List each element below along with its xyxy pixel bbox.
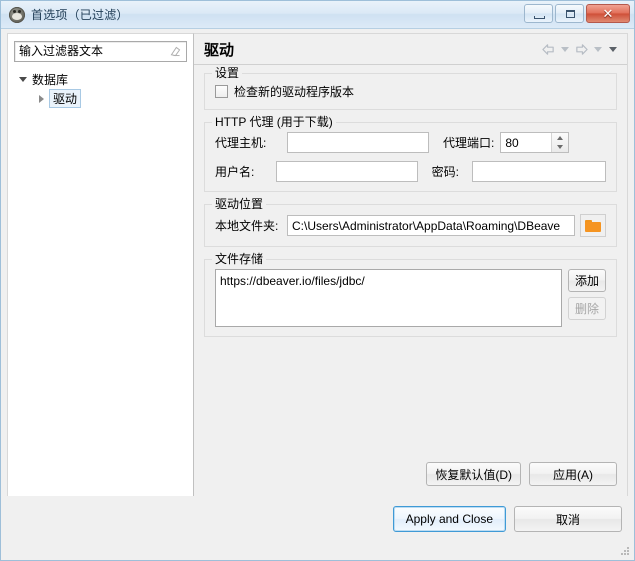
check-new-driver-label: 检查新的驱动程序版本 [234, 85, 355, 99]
forward-arrow-icon[interactable] [574, 43, 589, 56]
tree-item-database[interactable]: 数据库 [16, 70, 193, 89]
back-history-chevron-down-icon[interactable] [561, 46, 569, 52]
proxy-port-stepper[interactable] [500, 132, 570, 153]
search-input[interactable] [15, 43, 186, 60]
tree-item-database-label: 数据库 [32, 73, 69, 87]
proxy-port-spin-buttons[interactable] [551, 133, 569, 153]
add-button[interactable]: 添加 [567, 269, 606, 292]
forward-history-chevron-down-icon[interactable] [594, 46, 602, 52]
http-proxy-group: HTTP 代理 (用于下载) 代理主机: 代理端口: 80 用户名: 密码: [204, 115, 617, 192]
proxy-user-input[interactable] [275, 161, 418, 182]
check-new-driver-checkbox[interactable] [215, 85, 228, 98]
maximize-icon [566, 10, 575, 18]
list-item[interactable]: https://dbeaver.io/files/jdbc/ [220, 273, 557, 289]
triangle-down-icon [19, 77, 27, 82]
filter-row [8, 34, 193, 62]
window-title: 首选项（已过滤） [31, 8, 129, 22]
panes: 数据库 驱动 驱动 [7, 33, 628, 497]
proxy-host-row: 代理主机: 代理端口: [215, 132, 606, 153]
minimize-button[interactable] [524, 4, 553, 23]
file-storage-area: https://dbeaver.io/files/jdbc/ 添加 删除 [215, 269, 606, 327]
triangle-down-icon [557, 145, 564, 150]
cancel-button[interactable]: 取消 [514, 506, 622, 532]
erase-icon[interactable] [169, 45, 182, 58]
check-new-driver-row[interactable]: 检查新的驱动程序版本 [215, 83, 606, 100]
page-content: 设置 检查新的驱动程序版本 HTTP 代理 (用于下载) 代理主机: 代理端口: [194, 65, 627, 496]
driver-location-group-title: 驱动位置 [212, 197, 267, 211]
proxy-host-label: 代理主机: [215, 136, 267, 150]
preferences-tree: 数据库 驱动 [8, 70, 193, 108]
proxy-password-input[interactable] [472, 161, 606, 182]
spinner-down-button[interactable] [552, 143, 568, 153]
tree-item-drivers-label: 驱动 [49, 89, 82, 108]
dialog-body: 数据库 驱动 驱动 [1, 29, 634, 560]
file-storage-group-title: 文件存储 [212, 252, 267, 266]
file-storage-group: 文件存储 https://dbeaver.io/files/jdbc/ 添加 删… [204, 252, 617, 337]
proxy-port-label: 代理端口: [443, 136, 495, 150]
preferences-content-pane: 驱动 设置 检查新的驱动程序版本 HTTP 代理 (用于下载) 代理主机: 代理… [193, 33, 628, 497]
close-button[interactable]: ✕ [586, 4, 630, 23]
http-proxy-group-title: HTTP 代理 (用于下载) [212, 115, 336, 129]
proxy-user-label: 用户名: [215, 165, 255, 179]
local-folder-input[interactable] [287, 215, 575, 236]
filter-box[interactable] [14, 41, 187, 62]
settings-group-title: 设置 [212, 66, 243, 80]
window-controls: ✕ [524, 4, 630, 23]
dialog-footer: Apply and Close 取消 [1, 496, 634, 560]
page-action-buttons: 恢复默认值(D) 应用(A) [426, 462, 617, 486]
proxy-user-row: 用户名: 密码: [215, 161, 606, 182]
preferences-sidebar: 数据库 驱动 [7, 33, 193, 497]
proxy-port-input[interactable] [501, 133, 552, 152]
minimize-icon [534, 16, 545, 19]
preferences-dialog: 首选项（已过滤） ✕ 输入过滤器文本 数据库 驱动 驱动 设置 检查新的驱动程序… [0, 0, 635, 561]
browse-folder-button[interactable] [580, 214, 606, 237]
navigation-controls [541, 43, 619, 56]
apply-button[interactable]: 应用(A) [529, 462, 617, 486]
maximize-button[interactable] [555, 4, 584, 23]
close-icon: ✕ [602, 6, 614, 21]
title-bar: 首选项（已过滤） ✕ [1, 1, 634, 29]
page-title: 驱动 [204, 41, 235, 59]
page-header: 驱动 [194, 34, 627, 65]
remove-button: 删除 [567, 297, 606, 320]
triangle-right-icon [38, 94, 44, 103]
tree-item-drivers[interactable]: 驱动 [16, 89, 193, 108]
folder-icon [585, 219, 601, 232]
dialog-footer-buttons: Apply and Close 取消 [392, 506, 622, 532]
restore-defaults-button[interactable]: 恢复默认值(D) [426, 462, 521, 486]
proxy-password-label: 密码: [431, 165, 459, 179]
driver-location-group: 驱动位置 本地文件夹: [204, 197, 617, 247]
expand-collapse-icon[interactable] [16, 77, 30, 82]
spinner-up-button[interactable] [552, 133, 568, 143]
local-folder-label: 本地文件夹: [215, 219, 279, 233]
view-menu-chevron-down-icon[interactable] [609, 46, 617, 52]
file-storage-list[interactable]: https://dbeaver.io/files/jdbc/ [215, 269, 562, 327]
settings-group: 设置 检查新的驱动程序版本 [204, 66, 617, 110]
resize-grip-icon[interactable] [619, 545, 631, 557]
back-arrow-icon[interactable] [541, 43, 556, 56]
triangle-up-icon [557, 135, 564, 140]
proxy-host-input[interactable] [287, 132, 429, 153]
file-storage-buttons: 添加 删除 [567, 269, 606, 320]
expand-collapse-icon[interactable] [34, 94, 48, 103]
apply-and-close-button[interactable]: Apply and Close [392, 506, 506, 532]
local-folder-row: 本地文件夹: [215, 214, 606, 237]
beaver-icon [9, 6, 25, 23]
